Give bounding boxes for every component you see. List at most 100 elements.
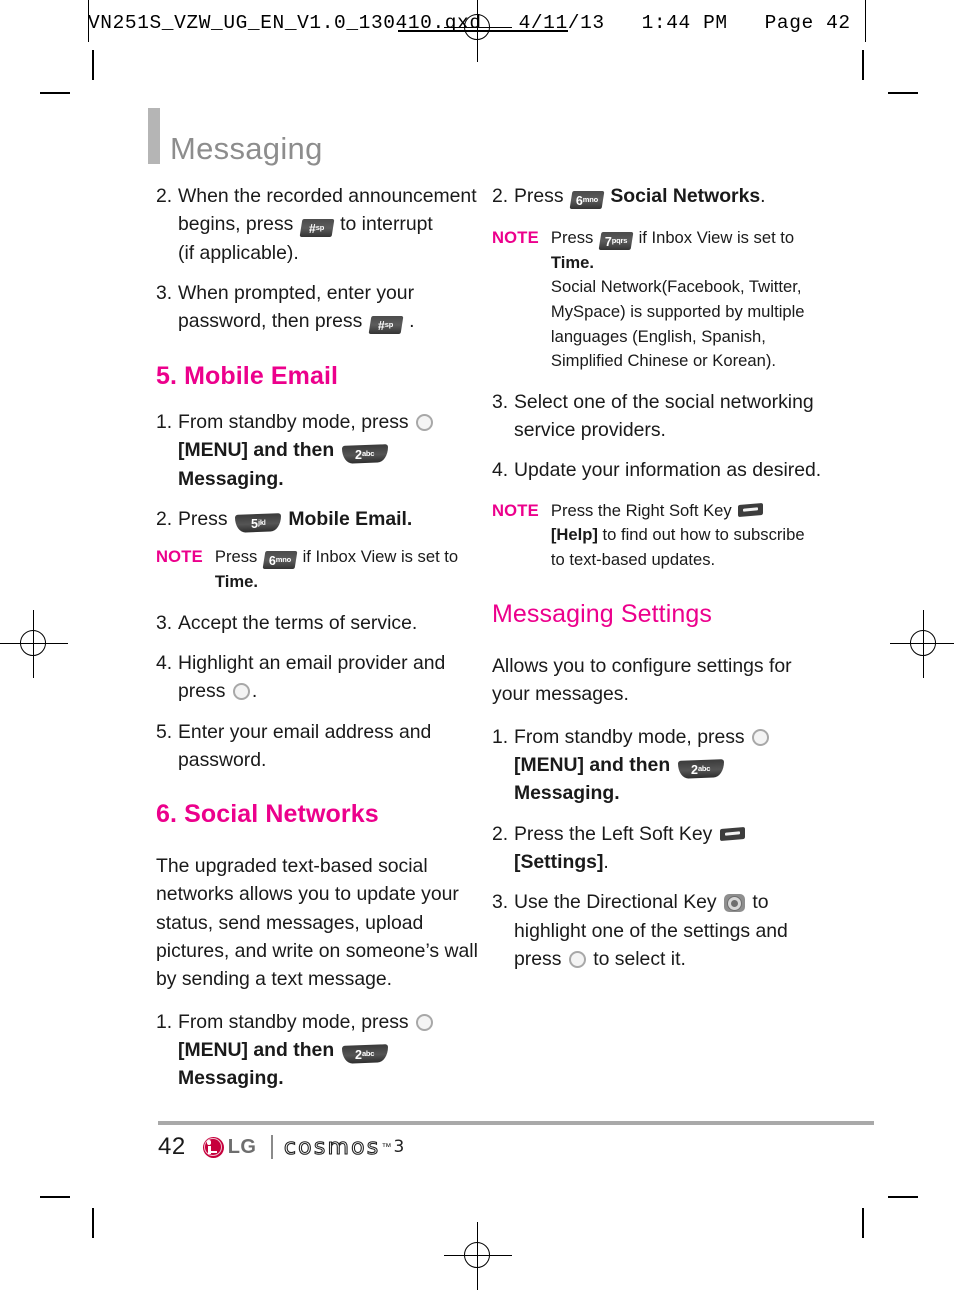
note-part2: if Inbox View is set to [302,547,459,567]
note-body: Press the Right Soft Key [Help] to find … [551,499,822,573]
note-label: NOTE [492,228,539,248]
step-mobile-email-1: 1. From standby mode, press [MENU] and t… [156,408,486,493]
step-text-part1: Press [514,185,564,207]
step-text: Enter your email address and password. [178,720,432,771]
lg-wordmark: LG [227,1135,257,1158]
key-6mno-icon: 6mno [262,551,298,570]
step-social-networks-3: 3. Select one of the social networking s… [492,388,822,445]
key-hash-icon: #sp [368,316,404,335]
note-part1: Press the Right Soft Key [550,500,732,520]
note-part1: Press [550,228,594,248]
step-text-part3: Messaging. [514,782,620,805]
lg-logo: LG [202,1135,257,1159]
step-text: From standby mode, press [MENU] and then… [514,723,822,808]
step-number: 4. [156,651,173,674]
note-label: NOTE [492,500,539,520]
chapter-title-bar [148,108,160,164]
left-column: 2. When the recorded announcement begins… [156,182,486,1105]
footer-divider [271,1135,273,1159]
step-number: 3. [492,891,509,914]
heading-messaging-settings: Messaging Settings [492,600,712,629]
step-number: 1. [492,725,509,748]
note-part3: . [253,572,258,591]
step-text-part3: Messaging. [178,1067,284,1090]
note-help-soft-key: NOTE Press the Right Soft Key [Help] to … [492,499,822,573]
note-bold-word: Time [550,252,590,272]
footer-rule [158,1121,874,1125]
step-number: 1. [156,1010,173,1033]
note-label: NOTE [156,547,203,567]
ok-key-icon [416,414,434,432]
page-number: 42 [158,1133,186,1160]
step-text-menu: [MENU] and then [178,439,335,462]
step-text-part1: Highlight an email provider and press [178,651,446,703]
note-mobile-email: NOTE Press 6mno if Inbox View is set to … [156,545,486,594]
step-number: 2. [156,185,173,207]
key-7pqrs-icon: 7pqrs [598,232,634,251]
right-soft-key-icon [738,502,764,517]
page-footer: 42 LG cosmos ™ 3 [158,1133,404,1161]
note-bold-word: Time [214,572,254,591]
step-text-part2: Social Networks [610,185,761,207]
step-text: Press 5jkl Mobile Email. [178,505,486,533]
step-number: 1. [156,411,173,434]
step-recorded-announcement: 2. When the recorded announcement begins… [156,182,486,267]
step-text-part3: to select it. [593,948,686,971]
step-text: From standby mode, press [MENU] and then… [178,408,486,493]
step-text-part2: . [251,680,258,703]
key-hash-icon: #sp [299,219,335,238]
step-mobile-email-4: 4. Highlight an email provider and press… [156,649,486,706]
step-text: Select one of the social networking serv… [514,390,814,441]
step-number: 4. [492,459,509,482]
step-enter-password: 3. When prompted, enter your password, t… [156,279,486,336]
trademark-symbol: ™ [381,1141,392,1153]
right-column: 2. Press 6mno Social Networks. NOTE Pres… [492,182,822,985]
step-social-networks-2: 2. Press 6mno Social Networks. [492,182,822,210]
step-text: Highlight an email provider and press . [178,649,486,706]
product-model: 3 [393,1137,405,1157]
step-social-networks-1: 1. From standby mode, press [MENU] and t… [156,1008,486,1093]
key-2abc-icon: 2abc [341,444,388,465]
product-wordmark: cosmos [283,1134,381,1160]
step-number: 5. [156,720,173,743]
step-text-menu: [MENU] and then [514,754,671,777]
step-text-part1: Press [178,508,228,531]
step-messaging-settings-2: 2. Press the Left Soft Key [Settings]. [492,820,822,877]
step-text-part1: Press the Left Soft Key [514,822,713,845]
step-text: Press 6mno Social Networks. [514,182,822,210]
step-mobile-email-3: 3. Accept the terms of service. [156,609,486,637]
note-part2: if Inbox View is set to [638,228,795,248]
directional-key-icon [724,894,746,913]
step-text-part3: Messaging. [178,467,284,490]
step-text-part1: From standby mode, press [514,725,745,748]
note-body: Press 6mno if Inbox View is set to Time. [215,545,486,594]
left-soft-key-icon [719,826,745,841]
note-part2: [Help] [550,525,598,545]
step-text: Update your information as desired. [514,459,822,482]
page-title: Messaging [170,130,323,166]
ok-key-icon [568,951,586,969]
step-messaging-settings-3: 3. Use the Directional Key to highlight … [492,888,822,973]
key-2abc-icon: 2abc [677,759,724,779]
step-text-part2: Mobile Email. [288,508,413,531]
note-part4: Social Network(Facebook, Twitter, MySpac… [550,277,805,371]
note-social-networks: NOTE Press 7pqrs if Inbox View is set to… [492,226,822,373]
step-text-part2: . [409,310,415,333]
ok-key-icon [752,728,770,746]
step-social-networks-4: 4. Update your information as desired. [492,456,822,484]
step-text-part1: From standby mode, press [178,1010,409,1033]
ok-key-icon [416,1013,434,1031]
key-5jkl-icon: 5jkl [234,513,281,533]
page-content: Messaging 2. When the recorded announcem… [0,0,954,1292]
step-mobile-email-2: 2. Press 5jkl Mobile Email. [156,505,486,533]
note-part3: . [589,252,594,272]
step-text: Accept the terms of service. [178,611,418,634]
step-text: Press the Left Soft Key [Settings]. [514,820,822,877]
step-text: When the recorded announcement begins, p… [178,182,486,267]
messaging-settings-intro: Allows you to configure settings for you… [492,655,792,706]
heading-mobile-email: 5. Mobile Email [156,361,339,390]
step-text-part1: From standby mode, press [178,411,409,434]
step-number: 3. [156,281,173,304]
step-text: When prompted, enter your password, then… [178,279,486,336]
lg-mark-icon [202,1136,224,1158]
